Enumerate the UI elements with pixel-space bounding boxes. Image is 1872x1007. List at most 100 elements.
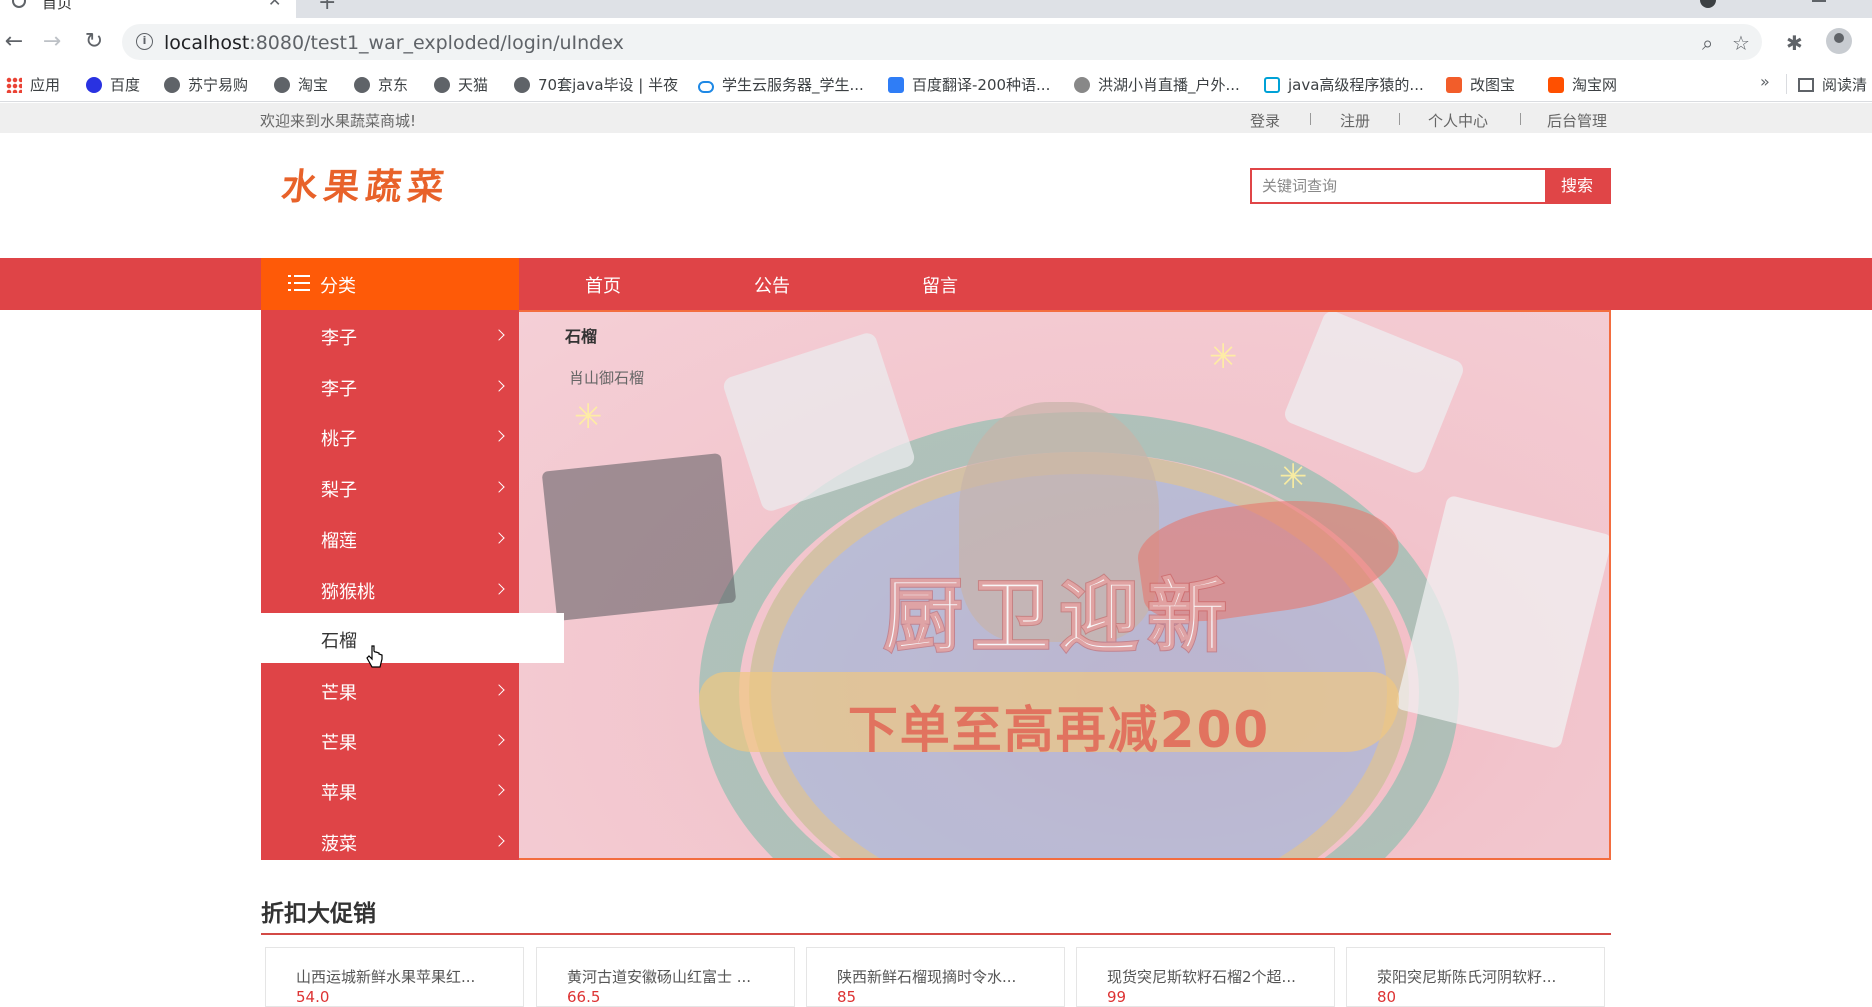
bookmark-baidu[interactable]: 百度: [86, 74, 140, 95]
product-card[interactable]: 现货突尼斯软籽石榴2个超... 99: [1076, 947, 1335, 1007]
category-item[interactable]: 芒果: [261, 715, 519, 765]
bookmark-cloud[interactable]: 学生云服务器_学生...: [698, 74, 864, 95]
zoom-icon[interactable]: ⌕: [1702, 31, 1713, 55]
tab-search-icon[interactable]: [1700, 0, 1716, 8]
appliance-image: [1281, 312, 1467, 476]
url-text[interactable]: localhost:8080/test1_war_exploded/login/…: [164, 32, 624, 54]
search-button[interactable]: 搜索: [1545, 170, 1609, 202]
bookmark-gaitubao[interactable]: 改图宝: [1446, 74, 1515, 95]
product-name: 现货突尼斯软籽石榴2个超...: [1107, 968, 1296, 986]
chevron-right-icon: [493, 583, 505, 595]
register-link[interactable]: 注册: [1340, 110, 1370, 131]
globe-icon: [164, 77, 180, 93]
globe-icon: [354, 77, 370, 93]
product-card[interactable]: 陕西新鲜石榴现摘时令水... 85: [806, 947, 1065, 1007]
nav-message[interactable]: 留言: [922, 272, 958, 298]
tv-icon: [1264, 77, 1280, 93]
divider: [1520, 113, 1521, 125]
product-name: 荥阳突尼斯陈氏河阴软籽...: [1377, 968, 1557, 986]
bookmark-suning[interactable]: 苏宁易购: [164, 74, 248, 95]
product-price: 99: [1107, 988, 1127, 1006]
category-item[interactable]: 猕猴桃: [261, 564, 519, 614]
appliance-image: [541, 453, 737, 621]
product-card[interactable]: 黄河古道安徽砀山红富士 ... 66.5: [536, 947, 795, 1007]
bookmarks-bar: 应用 百度 苏宁易购 淘宝 京东 天猫 70套java毕设 | 半夜 学生云服务…: [0, 66, 1872, 102]
site-topbar: 欢迎来到水果蔬菜商城! 登录 注册 个人中心 后台管理: [0, 103, 1872, 133]
category-item[interactable]: 菠菜: [261, 816, 519, 866]
chevron-right-icon: [493, 784, 505, 796]
address-bar[interactable]: i localhost:8080/test1_war_exploded/logi…: [122, 24, 1762, 60]
bookmark-java[interactable]: 70套java毕设 | 半夜: [514, 74, 678, 95]
taobao-icon: [1548, 77, 1564, 93]
product-card[interactable]: 山西运城新鲜水果苹果红... 54.0: [265, 947, 524, 1007]
close-tab-icon[interactable]: ✕: [268, 0, 281, 10]
globe-icon: [434, 77, 450, 93]
back-icon[interactable]: ←: [0, 28, 28, 56]
category-item[interactable]: 芒果: [261, 665, 519, 715]
product-price: 54.0: [296, 988, 330, 1006]
category-item[interactable]: 苹果: [261, 765, 519, 815]
banner-slogan: 厨卫迎新: [882, 568, 1235, 664]
category-item[interactable]: 李子: [261, 361, 519, 411]
apps-icon: [6, 77, 22, 93]
chevron-right-icon: [493, 734, 505, 746]
bookmark-live[interactable]: 洪湖小肖直播_户外...: [1074, 74, 1240, 95]
main-nav: 分类 首页 公告 留言: [0, 258, 1872, 310]
chevron-right-icon: [493, 481, 505, 493]
bookmark-taobao[interactable]: 淘宝: [274, 74, 328, 95]
bookmark-bilibili[interactable]: java高级程序猿的...: [1264, 74, 1424, 95]
extensions-icon[interactable]: ✱: [1786, 31, 1803, 55]
reload-icon[interactable]: ↻: [80, 28, 108, 56]
user-center-link[interactable]: 个人中心: [1428, 110, 1488, 131]
reading-list-icon: [1798, 78, 1814, 92]
bookmark-fanyi[interactable]: 百度翻译-200种语...: [888, 74, 1050, 95]
product-card[interactable]: 荥阳突尼斯陈氏河阴软籽... 80: [1346, 947, 1605, 1007]
bookmark-star-icon[interactable]: ☆: [1732, 31, 1750, 55]
chevron-right-icon: [493, 532, 505, 544]
nav-notice[interactable]: 公告: [754, 272, 790, 298]
divider: [261, 933, 1611, 935]
site-info-icon[interactable]: i: [136, 33, 153, 50]
chevron-right-icon: [493, 380, 505, 392]
globe-icon: [274, 77, 290, 93]
search-input[interactable]: [1252, 170, 1545, 202]
chevron-right-icon: [493, 329, 505, 341]
site-logo[interactable]: 水果蔬菜: [279, 158, 452, 210]
browser-tab[interactable]: 首页 ✕: [0, 0, 296, 18]
login-link[interactable]: 登录: [1250, 110, 1280, 131]
category-label: 分类: [320, 276, 356, 297]
category-item[interactable]: 李子: [261, 310, 519, 360]
sparkle-icon: ✳: [1209, 337, 1238, 377]
admin-link[interactable]: 后台管理: [1547, 110, 1607, 131]
forward-icon[interactable]: →: [38, 28, 66, 56]
browser-toolbar: ← → ↻ i localhost:8080/test1_war_explode…: [0, 18, 1872, 66]
promo-banner[interactable]: ✳ ✳ ✳ 厨卫迎新 下单至高再减200: [519, 310, 1611, 860]
search-box: 搜索: [1250, 168, 1611, 204]
globe-icon: [12, 0, 26, 8]
bookmark-jd[interactable]: 京东: [354, 74, 408, 95]
subcategory-link[interactable]: 肖山御石榴: [569, 367, 644, 388]
bookmark-apps[interactable]: 应用: [6, 74, 60, 95]
category-item-active[interactable]: 石榴: [261, 613, 564, 663]
product-name: 陕西新鲜石榴现摘时令水...: [837, 968, 1017, 986]
profile-avatar[interactable]: [1826, 28, 1852, 54]
category-item[interactable]: 桃子: [261, 411, 519, 461]
chevron-right-icon: [493, 684, 505, 696]
appliance-image: [1394, 494, 1609, 750]
window-restore-icon[interactable]: [1812, 0, 1826, 2]
tab-title: 首页: [42, 0, 73, 12]
product-name: 山西运城新鲜水果苹果红...: [296, 968, 476, 986]
nav-home[interactable]: 首页: [585, 272, 621, 298]
reading-list[interactable]: 阅读清: [1798, 74, 1867, 95]
more-bookmarks-icon[interactable]: »: [1760, 72, 1770, 91]
promo-title: 折扣大促销: [261, 901, 376, 927]
list-icon: [288, 275, 310, 293]
category-item[interactable]: 梨子: [261, 462, 519, 512]
bookmark-taobaowang[interactable]: 淘宝网: [1548, 74, 1617, 95]
pointer-cursor-icon: [366, 645, 383, 668]
divider: [1310, 113, 1311, 125]
category-item[interactable]: 榴莲: [261, 513, 519, 563]
bookmark-tmall[interactable]: 天猫: [434, 74, 488, 95]
new-tab-icon[interactable]: +: [318, 0, 336, 15]
category-button[interactable]: 分类: [261, 258, 519, 310]
